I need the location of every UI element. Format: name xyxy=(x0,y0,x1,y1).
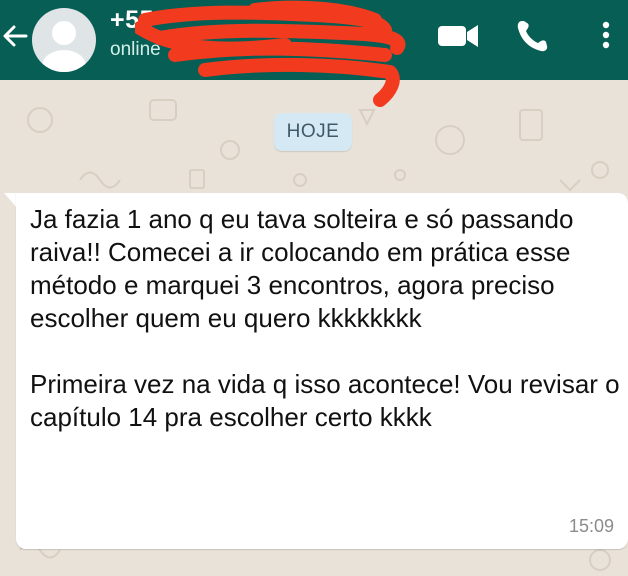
back-arrow-icon[interactable] xyxy=(0,18,30,54)
date-chip: HOJE xyxy=(274,113,352,151)
more-options-icon[interactable] xyxy=(596,16,616,54)
chat-header: +55 online xyxy=(0,0,628,80)
contact-status: online xyxy=(110,39,161,60)
phone-icon[interactable] xyxy=(514,16,550,54)
video-call-icon[interactable] xyxy=(436,16,482,54)
message-bubble[interactable]: Ja fazia 1 ano q eu tava solteira e só p… xyxy=(16,193,628,549)
contact-avatar[interactable] xyxy=(32,8,96,72)
message-text: Ja fazia 1 ano q eu tava solteira e só p… xyxy=(30,204,620,432)
message-time: 15:09 xyxy=(568,516,614,536)
contact-name[interactable]: +55 xyxy=(110,4,154,36)
